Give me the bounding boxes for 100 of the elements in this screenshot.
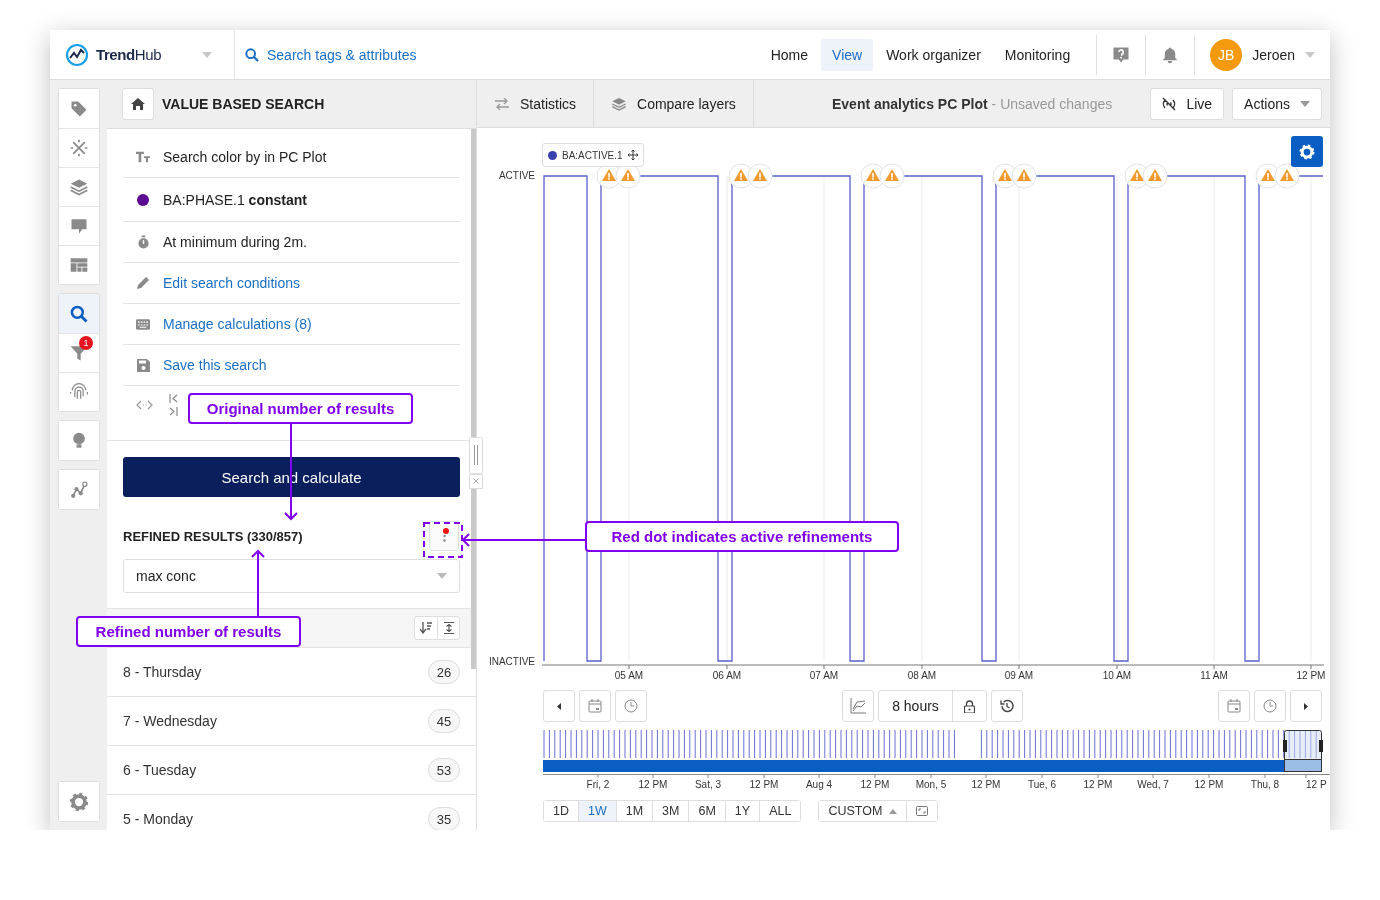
- result-label: 8 - Thursday: [123, 664, 202, 680]
- actions-button[interactable]: Actions: [1232, 87, 1322, 120]
- history-icon: [999, 699, 1014, 713]
- highlight-frame: [423, 522, 463, 558]
- sort-icon: [420, 622, 432, 634]
- condition-text: Search color by in PC Plot: [163, 149, 327, 165]
- swap-arrows-icon: [494, 97, 510, 110]
- keyboard-icon: [136, 318, 150, 330]
- first-page-icon: [169, 394, 178, 403]
- status-dot-icon: [137, 193, 149, 206]
- warning-marker[interactable]: [1142, 163, 1168, 189]
- chart-title: Event analytics PC Plot: [832, 95, 988, 112]
- code-icon: [136, 400, 153, 410]
- x-axis-label: 08 AM: [907, 670, 937, 681]
- result-label: 6 - Tuesday: [123, 762, 197, 778]
- result-count: 53: [428, 758, 460, 782]
- user-menu[interactable]: JB Jeroen: [1210, 38, 1315, 71]
- splitter-handle[interactable]: [469, 437, 483, 489]
- navigator-label: 12 PM: [638, 779, 668, 790]
- caret-icon: [1305, 51, 1315, 58]
- home-icon: [131, 97, 145, 111]
- result-row[interactable]: 7 - Wednesday 45: [107, 697, 476, 746]
- warning-marker[interactable]: [1011, 163, 1037, 189]
- result-label: 5 - Monday: [123, 811, 194, 827]
- save-icon: [136, 358, 150, 372]
- rail-button[interactable]: [59, 372, 99, 411]
- move-icon: [627, 150, 638, 160]
- duration-label: 8 hours: [879, 691, 953, 721]
- nav-link[interactable]: Monitoring: [993, 38, 1082, 71]
- navigator-label: 12 PM: [860, 779, 890, 790]
- save-status: - Unsaved changes: [991, 95, 1113, 112]
- x-axis-label: 06 AM: [712, 670, 742, 681]
- count-badge: 1: [79, 336, 93, 350]
- legend-chip[interactable]: BA:ACTIVE.1: [542, 143, 644, 167]
- warning-marker[interactable]: [879, 163, 905, 189]
- arrow: [251, 549, 265, 617]
- caret-icon: [437, 573, 447, 579]
- warning-marker[interactable]: [747, 163, 773, 189]
- calendar-button[interactable]: [1218, 690, 1250, 722]
- crossed-arrows-icon: [69, 138, 89, 158]
- rail-button[interactable]: [59, 245, 99, 284]
- caret-right-icon: [1304, 702, 1308, 710]
- panel-link[interactable]: Manage calculations (8): [163, 316, 312, 332]
- range-button[interactable]: ALL: [759, 801, 801, 821]
- navigator-label: Mon, 5: [915, 779, 947, 790]
- panel-title: VALUE BASED SEARCH: [162, 96, 325, 112]
- settings-button[interactable]: [59, 782, 99, 821]
- line-chart-icon: [850, 698, 867, 714]
- nav-link[interactable]: Home: [759, 38, 820, 71]
- history-button[interactable]: [990, 690, 1023, 722]
- callout-label: Red dot indicates active refinements: [585, 521, 899, 552]
- y-axis-label: INACTIVE: [488, 656, 535, 667]
- panel-link[interactable]: Save this search: [163, 357, 267, 373]
- nav-link[interactable]: View: [821, 38, 874, 71]
- logo-icon: [65, 42, 89, 67]
- navigator-label: 12 PM: [971, 779, 1001, 790]
- fit-button[interactable]: [906, 801, 938, 821]
- calendar-icon: [1227, 699, 1241, 713]
- x-axis-label: 09 AM: [1004, 670, 1034, 681]
- rail-button[interactable]: [59, 470, 99, 509]
- x-axis-label: 05 AM: [614, 670, 644, 681]
- clock-button[interactable]: [615, 690, 647, 722]
- warning-marker[interactable]: [1274, 163, 1300, 189]
- rail-button[interactable]: [59, 294, 99, 333]
- result-row[interactable]: 5 - Monday 35: [107, 795, 476, 830]
- clock-icon: [624, 699, 638, 713]
- rail-button[interactable]: [59, 421, 99, 460]
- chart-mode-button[interactable]: [842, 690, 875, 722]
- series-dot: [548, 150, 557, 160]
- caret-left-icon: [557, 702, 561, 710]
- search-tags-button[interactable]: Search tags & attributes: [240, 42, 421, 67]
- home-button[interactable]: [122, 88, 154, 120]
- range-button[interactable]: 1W: [578, 801, 616, 821]
- result-row[interactable]: 6 - Tuesday 53: [107, 746, 476, 795]
- dashboard-icon: [68, 255, 90, 275]
- layers-icon: [69, 177, 89, 197]
- result-label: 7 - Wednesday: [123, 713, 217, 729]
- live-button[interactable]: Live: [1150, 87, 1225, 120]
- caret-icon: [889, 808, 898, 814]
- x-axis-label: 11 AM: [1200, 670, 1228, 681]
- result-row[interactable]: 8 - Thursday 26: [107, 648, 476, 697]
- compare-layers-button[interactable]: Compare layers: [594, 80, 754, 127]
- chart-settings-button[interactable]: [1291, 136, 1323, 167]
- x-axis-label: 07 AM: [809, 670, 839, 681]
- statistics-button[interactable]: Statistics: [477, 80, 594, 127]
- navigator-label: Aug 4: [805, 779, 833, 790]
- refinements-button[interactable]: [429, 521, 459, 551]
- y-axis-label: ACTIVE: [498, 170, 535, 181]
- scrollbar[interactable]: [471, 129, 476, 669]
- clock-button[interactable]: [1254, 690, 1286, 722]
- range-selector[interactable]: [1283, 730, 1323, 772]
- lock-icon: [963, 699, 975, 713]
- nav-link[interactable]: Work organizer: [875, 38, 992, 71]
- navigator-label: 12 PM: [749, 779, 779, 790]
- navigator-label: Thu, 8: [1250, 779, 1280, 790]
- panel-link[interactable]: Edit search conditions: [163, 275, 300, 291]
- sort-field-dropdown[interactable]: max conc: [123, 559, 460, 593]
- result-count: 45: [428, 709, 460, 733]
- text-size-icon: [136, 151, 150, 163]
- calendar-button[interactable]: [579, 690, 611, 722]
